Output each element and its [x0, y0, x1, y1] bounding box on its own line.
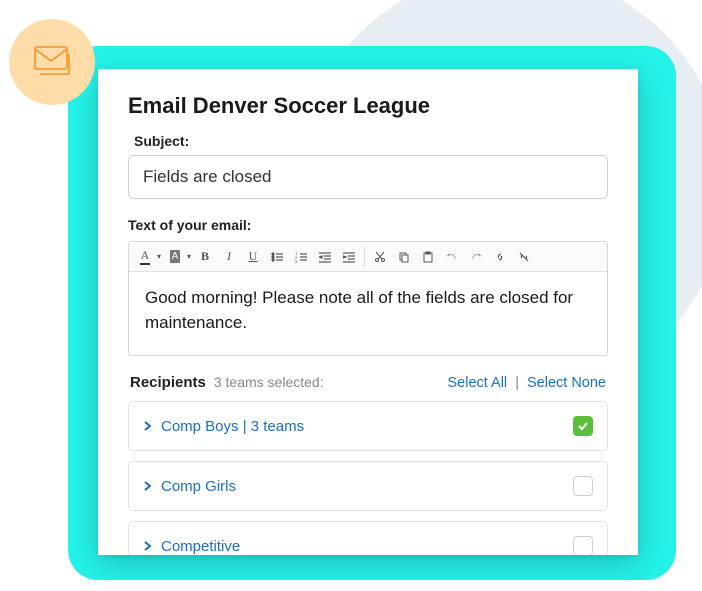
recipients-label: Recipients [130, 374, 206, 391]
recipients-list: Comp Boys | 3 teams Comp Girls Competiti… [128, 401, 608, 555]
team-expand-toggle[interactable]: Comp Girls [143, 478, 236, 495]
mail-badge [9, 19, 95, 105]
recipients-actions: Select All | Select None [448, 375, 607, 391]
team-checkbox[interactable] [573, 536, 593, 555]
underline-button[interactable]: U [241, 245, 265, 269]
cut-button[interactable] [368, 245, 392, 269]
team-label: Comp Boys | 3 teams [161, 418, 304, 435]
team-row: Comp Boys | 3 teams [128, 401, 608, 451]
indent-button[interactable] [337, 245, 361, 269]
editor-toolbar: A ▾ A ▾ B I U 123 [129, 242, 607, 272]
outdent-button[interactable] [313, 245, 337, 269]
page-title: Email Denver Soccer League [128, 93, 608, 119]
link-button[interactable] [488, 245, 512, 269]
bullet-list-button[interactable] [265, 245, 289, 269]
email-compose-card: Email Denver Soccer League Subject: Text… [98, 69, 638, 555]
undo-button[interactable] [440, 245, 464, 269]
chevron-right-icon [143, 421, 153, 431]
chevron-down-icon[interactable]: ▾ [155, 252, 163, 261]
recipients-header: Recipients 3 teams selected: Select All … [128, 374, 608, 391]
recipients-count: 3 teams selected: [214, 374, 324, 390]
email-body-textarea[interactable]: Good morning! Please note all of the fie… [129, 272, 607, 355]
paste-button[interactable] [416, 245, 440, 269]
mail-icon [31, 43, 73, 81]
team-expand-toggle[interactable]: Competitive [143, 538, 240, 555]
body-label: Text of your email: [128, 217, 608, 233]
separator: | [515, 375, 519, 391]
chevron-right-icon [143, 481, 153, 491]
numbered-list-button[interactable]: 123 [289, 245, 313, 269]
team-expand-toggle[interactable]: Comp Boys | 3 teams [143, 418, 304, 435]
team-label: Comp Girls [161, 478, 236, 495]
unlink-button[interactable] [512, 245, 536, 269]
team-checkbox[interactable] [573, 416, 593, 436]
check-icon [577, 420, 589, 432]
subject-input[interactable] [128, 155, 608, 199]
toolbar-separator [364, 247, 365, 267]
italic-button[interactable]: I [217, 245, 241, 269]
bold-button[interactable]: B [193, 245, 217, 269]
select-all-link[interactable]: Select All [448, 375, 508, 391]
team-row: Competitive [128, 521, 608, 555]
svg-text:3: 3 [295, 259, 298, 263]
team-checkbox[interactable] [573, 476, 593, 496]
highlight-color-button[interactable]: A [163, 245, 187, 269]
team-label: Competitive [161, 538, 240, 555]
rich-text-editor: A ▾ A ▾ B I U 123 [128, 241, 608, 356]
copy-button[interactable] [392, 245, 416, 269]
chevron-right-icon [143, 541, 153, 551]
subject-label: Subject: [134, 133, 608, 149]
font-color-button[interactable]: A [133, 245, 157, 269]
chevron-down-icon[interactable]: ▾ [185, 252, 193, 261]
redo-button[interactable] [464, 245, 488, 269]
team-row: Comp Girls [128, 461, 608, 511]
select-none-link[interactable]: Select None [527, 375, 606, 391]
